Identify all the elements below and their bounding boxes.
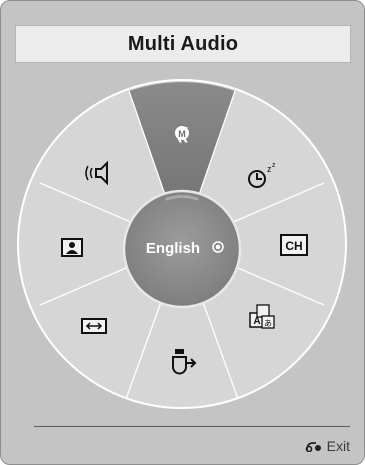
segment-aspect-ratio[interactable] (81, 318, 107, 334)
ch-button-icon: CH (280, 234, 308, 256)
segment-multi-audio[interactable]: (( M (175, 124, 189, 143)
aspect-ratio-icon (81, 318, 107, 334)
quick-menu-panel: Multi Audio M z z CH A あ English Exit (0, 0, 365, 465)
segment-picture[interactable] (61, 238, 83, 257)
svg-text:z: z (272, 162, 276, 169)
menu-wheel: (( M z z CH A (17, 79, 347, 409)
svg-text:あ: あ (264, 319, 272, 328)
segment-ch[interactable]: CH (280, 234, 308, 256)
exit-label: Exit (326, 438, 350, 454)
center-label: English (146, 240, 200, 257)
svg-text:CH: CH (285, 239, 302, 253)
footer-divider (34, 426, 350, 427)
svg-text:M: M (178, 129, 186, 139)
exit-button[interactable]: Exit (305, 438, 350, 454)
exit-icon (305, 442, 321, 452)
picture-mode-icon (61, 238, 83, 257)
